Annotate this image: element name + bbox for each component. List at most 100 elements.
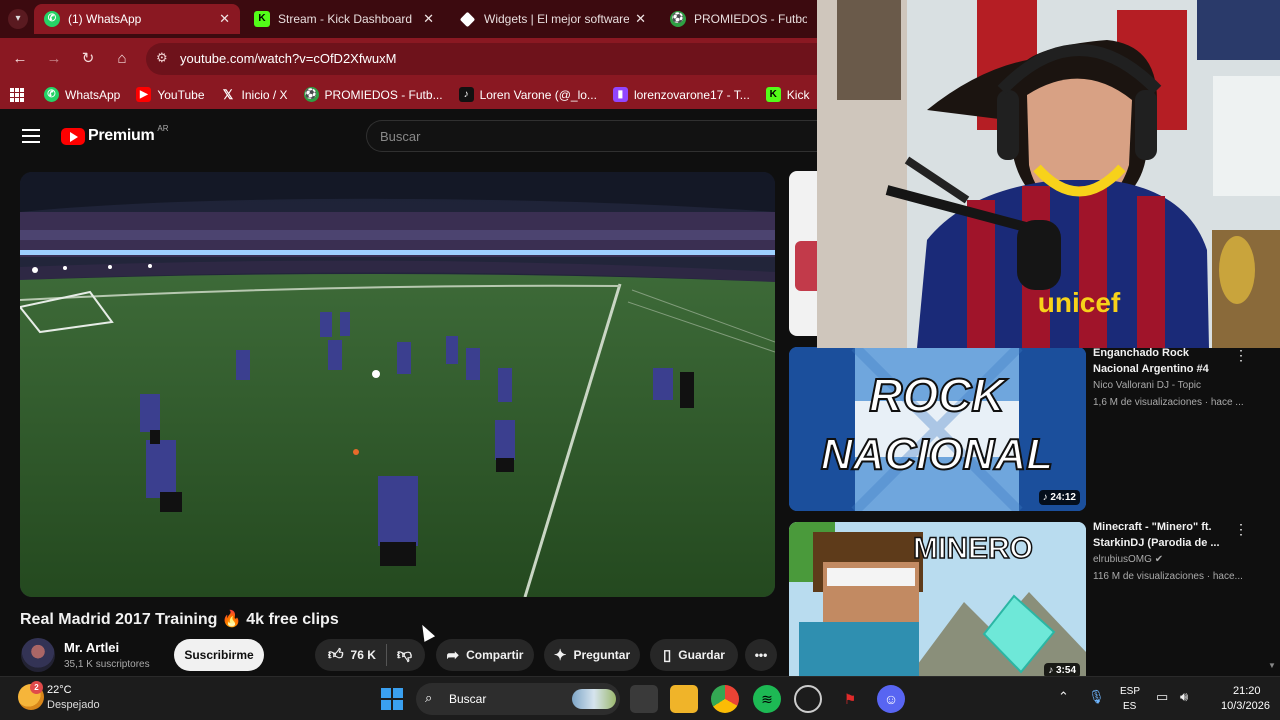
duration-text: 3:54 — [1055, 665, 1076, 676]
bookmark-youtube[interactable]: ▶ YouTube — [136, 87, 205, 102]
spotify-icon[interactable]: ≋ — [753, 685, 781, 713]
bookmark-twitch[interactable]: ▮ lorenzovarone17 - T... — [612, 87, 750, 102]
scroll-down-arrow-icon[interactable]: ▼ — [1268, 661, 1276, 670]
bookmark-label: WhatsApp — [65, 87, 121, 102]
bookmark-x[interactable]: 𝕏 Inicio / X — [221, 87, 288, 102]
back-arrow-icon[interactable]: ← — [10, 49, 30, 69]
recommendation-thumbnail[interactable]: MINERO ♪ 3:54 — [789, 522, 1086, 676]
bookmark-tiktok[interactable]: ♪ Loren Varone (@_lo... — [458, 87, 597, 102]
video-duration: ♪ 3:54 — [1044, 663, 1080, 676]
bookmark-icon: ▯ — [663, 647, 672, 664]
close-tab-icon[interactable]: ✕ — [423, 11, 434, 27]
tab-label: (1) WhatsApp — [68, 12, 142, 26]
bookmark-label: lorenzovarone17 - T... — [633, 87, 750, 102]
recommendation-title[interactable]: Enganchado Rock Nacional Argentino #4 — [1093, 345, 1233, 377]
like-dislike-group: 👍︎ 76 K 👎︎ — [315, 639, 425, 671]
whatsapp-icon: ✆ — [44, 11, 60, 27]
bookmark-label: Kick — [786, 87, 810, 102]
recommendation-title[interactable]: Minecraft - "Minero" ft. StarkinDJ (Paro… — [1093, 519, 1233, 551]
video-player[interactable] — [20, 172, 775, 597]
thumbs-down-icon[interactable]: 👎︎ — [397, 646, 412, 664]
tab-widgets[interactable]: Widgets | El mejor software ✕ — [452, 4, 656, 34]
channel-name[interactable]: Mr. Artlei — [64, 640, 119, 655]
chrome-icon[interactable] — [711, 685, 739, 713]
search-input[interactable]: Buscar — [366, 120, 818, 152]
save-button[interactable]: ▯ Guardar — [650, 639, 738, 671]
recommendation-channel[interactable]: Nico Vallorani DJ - Topic — [1093, 380, 1253, 391]
tab-whatsapp[interactable]: ✆ (1) WhatsApp ✕ — [34, 4, 240, 34]
recommendation-thumbnail[interactable]: ROCK NACIONAL ♪ 24:12 — [789, 347, 1086, 511]
show-hidden-icons-chevron-icon[interactable]: ⌃ — [1058, 689, 1069, 705]
widgets-icon — [459, 11, 476, 27]
streamer-webcam-feed: unicef — [817, 0, 1280, 348]
share-button[interactable]: ➦ Compartir — [436, 639, 534, 671]
channel-avatar[interactable] — [21, 638, 55, 672]
kick-icon: K — [765, 87, 781, 102]
input-language[interactable]: ESP — [1120, 686, 1140, 697]
windows-start-icon[interactable] — [378, 685, 406, 713]
channel-label: elrubiusOMG — [1093, 554, 1152, 565]
weather-badge: 2 — [30, 681, 43, 694]
address-bar[interactable]: ⚙ youtube.com/watch?v=cOfD2XfwuxM — [146, 43, 836, 75]
url-text: youtube.com/watch?v=cOfD2XfwuxM — [180, 51, 397, 66]
subscriber-count: 35,1 K suscriptores — [64, 659, 150, 670]
tab-label: Widgets | El mejor software — [484, 12, 630, 26]
weather-condition[interactable]: Despejado — [47, 699, 100, 711]
windows-taskbar: 2 22°C Despejado ⌕ Buscar ≋ ⚑ ☺ ⌃ 🎙︎ ESP… — [0, 676, 1280, 720]
bookmark-label: PROMIEDOS - Futb... — [324, 87, 443, 102]
app-red-icon[interactable]: ⚑ — [836, 685, 864, 713]
bookmark-kick[interactable]: K Kick — [765, 87, 810, 102]
clock-time[interactable]: 21:20 — [1233, 685, 1261, 697]
more-actions-button[interactable]: ••• — [745, 639, 777, 671]
tab-search-menu-button[interactable]: ▾ — [8, 9, 28, 29]
hamburger-menu-icon[interactable] — [22, 129, 40, 143]
temperature[interactable]: 22°C — [47, 684, 72, 696]
video-title: Real Madrid 2017 Training 🔥 4k free clip… — [20, 611, 339, 628]
bookmark-promiedos[interactable]: ⚽ PROMIEDOS - Futb... — [303, 87, 443, 102]
recommendation-channel[interactable]: elrubiusOMG ✔ — [1093, 554, 1253, 565]
thumbs-up-icon[interactable]: 👍︎ — [328, 646, 344, 664]
clock-date[interactable]: 10/3/2026 — [1221, 700, 1270, 712]
ask-label: Preguntar — [573, 648, 631, 662]
more-vertical-icon[interactable]: ⋮ — [1234, 347, 1248, 364]
tab-promiedos[interactable]: ⚽ PROMIEDOS - Futbol Arg — [660, 4, 817, 34]
recommendation-thumbnail-partial[interactable] — [789, 171, 817, 336]
subscribe-button[interactable]: Suscribirme — [174, 639, 264, 671]
webcam-overlay: unicef — [817, 0, 1280, 348]
video-duration: ♪ 24:12 — [1038, 490, 1080, 505]
more-horizontal-icon: ••• — [754, 648, 768, 662]
keyboard-layout[interactable]: ES — [1123, 701, 1136, 712]
kick-icon: K — [254, 11, 270, 27]
bookmark-whatsapp[interactable]: ✆ WhatsApp — [44, 87, 120, 102]
apps-grid-icon[interactable] — [10, 87, 24, 102]
close-tab-icon[interactable]: ✕ — [219, 11, 230, 27]
taskbar-search-label: Buscar — [449, 692, 487, 706]
taskbar-search-box[interactable]: ⌕ Buscar — [416, 683, 620, 715]
microphone-icon[interactable]: 🎙︎ — [1088, 689, 1105, 705]
task-view-icon[interactable] — [630, 685, 658, 713]
more-vertical-icon[interactable]: ⋮ — [1234, 521, 1248, 538]
promiedos-icon: ⚽ — [670, 11, 686, 27]
youtube-premium-logo[interactable]: Premium AR — [61, 124, 169, 145]
file-explorer-icon[interactable] — [670, 685, 698, 713]
recommendation-meta: 1,6 M de visualizaciones · hace ... — [1093, 397, 1244, 408]
obs-icon[interactable] — [794, 685, 822, 713]
rock-nacional-artwork: ROCK NACIONAL — [789, 347, 1086, 511]
divider — [385, 644, 387, 666]
volume-icon[interactable]: 🔊︎ — [1180, 689, 1188, 705]
forward-arrow-icon[interactable]: → — [44, 49, 64, 69]
ask-button[interactable]: ✦ Preguntar — [544, 639, 640, 671]
close-tab-icon[interactable]: ✕ — [635, 11, 646, 27]
site-info-icon[interactable]: ⚙ — [156, 50, 168, 66]
youtube-icon: ▶ — [136, 87, 152, 102]
share-label: Compartir — [466, 648, 524, 662]
tab-kick-dashboard[interactable]: K Stream - Kick Dashboard ✕ — [244, 4, 444, 34]
home-icon[interactable]: ⌂ — [112, 49, 132, 69]
network-icon[interactable]: ▭ — [1156, 689, 1168, 705]
video-frame-stadium — [20, 172, 775, 597]
tab-label: PROMIEDOS - Futbol Arg — [694, 12, 807, 26]
twitch-icon: ▮ — [612, 87, 628, 102]
like-count[interactable]: 76 K — [351, 648, 376, 662]
reload-icon[interactable]: ↻ — [78, 49, 98, 69]
discord-icon[interactable]: ☺ — [877, 685, 905, 713]
